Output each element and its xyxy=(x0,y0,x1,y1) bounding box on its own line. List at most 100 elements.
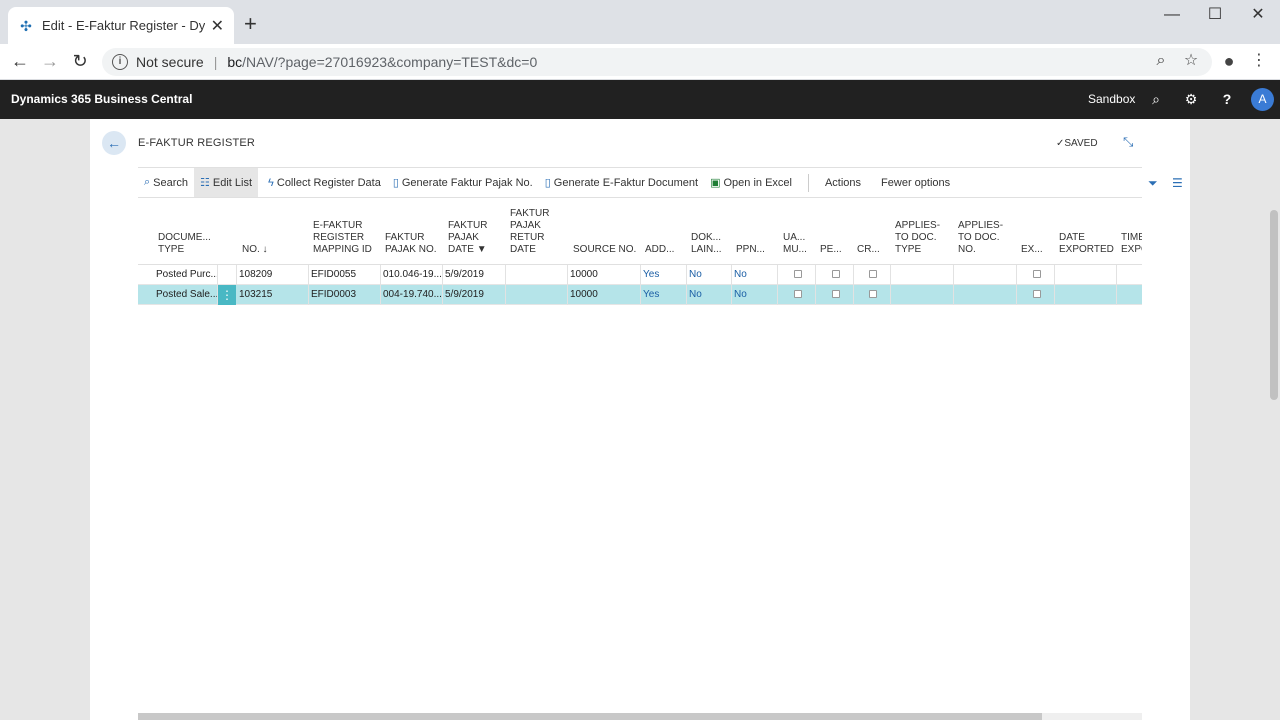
search-icon[interactable]: ⌕ xyxy=(1146,90,1166,108)
cell-time-exported[interactable] xyxy=(1117,265,1142,285)
search-button[interactable]: ⌕ Search xyxy=(138,168,194,198)
actions-menu[interactable]: Actions xyxy=(819,168,867,198)
fewer-options-button[interactable]: Fewer options xyxy=(875,168,956,198)
checkbox[interactable] xyxy=(793,290,802,298)
avatar[interactable]: A xyxy=(1251,88,1274,111)
generate-e-faktur-document-button[interactable]: ▯ Generate E-Faktur Document xyxy=(539,168,704,198)
browser-menu-icon[interactable]: ⋮ xyxy=(1248,52,1270,70)
col-applies-to-doc-no[interactable]: APPLIES- TO DOC. NO. xyxy=(958,220,1003,256)
col-no[interactable]: NO. ↓ xyxy=(242,244,268,256)
url-input[interactable]: i Not secure | bc/NAV/?page=27016923&com… xyxy=(102,48,1212,76)
cell-date-exported[interactable] xyxy=(1055,285,1117,305)
col-date-exported[interactable]: DATE EXPORTED xyxy=(1059,232,1114,256)
bookmark-star-icon[interactable]: ☆ xyxy=(1180,52,1202,70)
row-menu-icon[interactable]: ⋮ xyxy=(218,285,236,305)
checkbox[interactable] xyxy=(1032,270,1041,278)
cell-time-exported[interactable] xyxy=(1117,285,1142,305)
cell-ppn[interactable]: No xyxy=(732,265,778,285)
cell-faktur-pajak-date[interactable]: 5/9/2019 xyxy=(443,265,506,285)
checkbox[interactable] xyxy=(1032,290,1041,298)
checkbox[interactable] xyxy=(793,270,802,278)
forward-arrow-icon[interactable]: → xyxy=(39,51,61,71)
col-mapping-id[interactable]: E-FAKTUR REGISTER MAPPING ID xyxy=(313,220,372,256)
list-view-icon[interactable]: ☰ xyxy=(1172,176,1183,190)
col-faktur-pajak-no[interactable]: FAKTUR PAJAK NO. xyxy=(385,232,437,256)
cell-no[interactable]: 108209 xyxy=(237,265,309,285)
checkbox[interactable] xyxy=(869,270,877,278)
collapse-icon[interactable]: ⤡ xyxy=(1123,134,1133,150)
col-source-no[interactable]: SOURCE NO. xyxy=(573,244,636,256)
cell-add[interactable]: Yes xyxy=(641,265,687,285)
cell-mapping-id[interactable]: EFID0055 xyxy=(309,265,381,285)
cell-ppn[interactable]: No xyxy=(732,285,778,305)
col-ua-mu[interactable]: UA... MU... xyxy=(783,232,807,256)
col-faktur-pajak-retur-date[interactable]: FAKTUR PAJAK RETUR DATE xyxy=(510,208,549,256)
cell-source-no[interactable]: 10000 xyxy=(568,265,641,285)
col-document-type[interactable]: DOCUME... TYPE xyxy=(158,232,211,256)
cell-faktur-pajak-no[interactable]: 004-19.740.... xyxy=(381,285,443,305)
col-pe[interactable]: PE... xyxy=(820,244,842,256)
cell-faktur-pajak-no[interactable]: 010.046-19.... xyxy=(381,265,443,285)
checkbox[interactable] xyxy=(831,270,840,278)
help-icon[interactable]: ? xyxy=(1217,90,1237,108)
cell-source-no[interactable]: 10000 xyxy=(568,285,641,305)
cell-retur-date[interactable] xyxy=(506,285,568,305)
cell-applies-to-doc-type[interactable] xyxy=(891,285,954,305)
cell-applies-to-doc-no[interactable] xyxy=(954,265,1017,285)
cell-add[interactable]: Yes xyxy=(641,285,687,305)
close-tab-icon[interactable]: ✕ xyxy=(211,16,224,36)
cell-document-type[interactable]: Posted Sale... xyxy=(138,285,218,305)
col-applies-to-doc-type[interactable]: APPLIES- TO DOC. TYPE xyxy=(895,220,940,256)
cell-date-exported[interactable] xyxy=(1055,265,1117,285)
col-dok-lain[interactable]: DOK... LAIN... xyxy=(691,232,722,256)
cell-exported[interactable] xyxy=(1017,285,1055,305)
collect-register-data-button[interactable]: ϟ Collect Register Data xyxy=(262,168,387,198)
close-window-icon[interactable]: ✕ xyxy=(1238,6,1278,24)
app-brand[interactable]: Dynamics 365 Business Central xyxy=(11,92,192,106)
cell-applies-to-doc-no[interactable] xyxy=(954,285,1017,305)
col-time-exported[interactable]: TIMEEXPO xyxy=(1121,232,1142,256)
new-tab-button[interactable]: + xyxy=(244,12,257,36)
col-label: CR... xyxy=(857,244,880,255)
col-ppn[interactable]: PPN... xyxy=(736,244,765,256)
back-button[interactable]: ← xyxy=(102,131,126,155)
cell-retur-date[interactable] xyxy=(506,265,568,285)
table-row[interactable]: Posted Purc... 108209 EFID0055 010.046-1… xyxy=(138,265,1142,285)
cell-pe[interactable] xyxy=(816,265,854,285)
col-add[interactable]: ADD... xyxy=(645,244,674,256)
cell-document-type[interactable]: Posted Purc... xyxy=(138,265,218,285)
cell-mapping-id[interactable]: EFID0003 xyxy=(309,285,381,305)
cell-dok-lain[interactable]: No xyxy=(687,265,732,285)
minimize-icon[interactable]: — xyxy=(1152,6,1192,24)
open-in-excel-button[interactable]: ▣ Open in Excel xyxy=(704,168,798,198)
col-exported[interactable]: EX... xyxy=(1021,244,1043,256)
maximize-icon[interactable]: ☐ xyxy=(1195,6,1235,24)
generate-faktur-pajak-no-button[interactable]: ▯ Generate Faktur Pajak No. xyxy=(387,168,539,198)
back-arrow-icon[interactable]: ← xyxy=(9,51,31,71)
reload-icon[interactable]: ↻ xyxy=(69,51,91,71)
browser-tab[interactable]: ✣ Edit - E-Faktur Register - Dynami ✕ xyxy=(8,7,234,44)
profile-icon[interactable]: ● xyxy=(1218,52,1240,70)
cell-pe[interactable] xyxy=(816,285,854,305)
cell-cr[interactable] xyxy=(854,285,891,305)
col-faktur-pajak-date[interactable]: FAKTUR PAJAK DATE ▼ xyxy=(448,220,487,256)
checkbox[interactable] xyxy=(869,290,877,298)
cell-dok-lain[interactable]: No xyxy=(687,285,732,305)
cell-no[interactable]: 103215 xyxy=(237,285,309,305)
table-row[interactable]: Posted Sale... ⋮ 103215 EFID0003 004-19.… xyxy=(138,285,1142,305)
filter-icon[interactable]: ⏷ xyxy=(1148,176,1158,191)
cell-applies-to-doc-type[interactable] xyxy=(891,265,954,285)
vertical-scrollbar[interactable] xyxy=(1270,210,1278,400)
cell-ua-mu[interactable] xyxy=(778,265,816,285)
info-icon[interactable]: i xyxy=(112,54,128,70)
cell-exported[interactable] xyxy=(1017,265,1055,285)
edit-list-button[interactable]: ☷ Edit List xyxy=(194,167,259,198)
cell-faktur-pajak-date[interactable]: 5/9/2019 xyxy=(443,285,506,305)
col-cr[interactable]: CR... xyxy=(857,244,880,256)
gear-icon[interactable]: ⚙ xyxy=(1181,90,1201,108)
cell-cr[interactable] xyxy=(854,265,891,285)
zoom-icon[interactable]: ⌕ xyxy=(1150,52,1172,70)
checkbox[interactable] xyxy=(831,290,840,298)
horizontal-scrollbar[interactable] xyxy=(138,713,1042,720)
cell-ua-mu[interactable] xyxy=(778,285,816,305)
